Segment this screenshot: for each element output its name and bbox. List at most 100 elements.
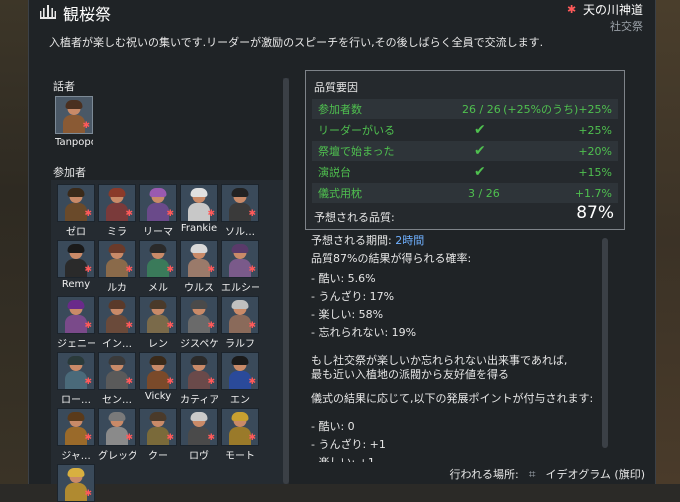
quality-row-count: 3 / 26 — [468, 186, 500, 200]
participant-slot[interactable]: ✱ — [180, 352, 218, 390]
participant-slot[interactable]: ✱ — [221, 184, 259, 222]
outcome-scrollbar[interactable] — [602, 238, 608, 448]
speaker-name: Tanpopo — [55, 137, 93, 148]
ideo-badge-icon: ✱ — [84, 321, 92, 331]
participant-name: クー — [148, 451, 168, 462]
ideo-badge-icon: ✱ — [84, 489, 92, 499]
participant-name: Vicky — [144, 391, 172, 402]
participants-scrollbar[interactable] — [283, 78, 289, 484]
quality-row-name: 参加者数 — [318, 103, 362, 116]
ideo-badge-icon: ✱ — [125, 265, 133, 275]
participant-name: ウルス — [184, 283, 214, 294]
ideoligion-label[interactable]: ✱ 天の川神道 — [567, 1, 643, 18]
pawn-hair — [108, 300, 126, 309]
participant-name: ジスペケ — [180, 339, 218, 350]
development-item: - 楽しい: +1 — [311, 454, 611, 462]
participant-slot[interactable]: ✱ — [98, 240, 136, 278]
participant-slot[interactable]: ✱ — [180, 408, 218, 446]
scrollbar-thumb[interactable] — [283, 78, 289, 484]
participant-slot[interactable]: ✱ — [57, 352, 95, 390]
speaker-label: 話者 — [53, 80, 75, 93]
development-intro: 儀式の結果に応じて,以下の発展ポイントが付与されます: — [311, 392, 594, 405]
participant-slot[interactable]: ✱ — [98, 352, 136, 390]
participant-slot[interactable]: ✱ — [98, 184, 136, 222]
pawn-hair — [149, 356, 167, 365]
ideo-badge-icon: ✱ — [248, 377, 256, 387]
duration-label: 予想される期間: — [311, 234, 392, 247]
checkmark-icon: ✔ — [474, 122, 486, 138]
participant-slot[interactable]: ✱ — [57, 408, 95, 446]
pawn-hair — [67, 188, 85, 197]
quality-row-value: +20% — [578, 144, 612, 158]
scrollbar-thumb[interactable] — [602, 238, 608, 448]
pawn-hair — [65, 100, 83, 109]
pawn-hair — [190, 356, 208, 365]
participant-name: グレッグ — [98, 451, 136, 462]
participant-slot[interactable]: ✱ — [57, 296, 95, 334]
ideo-badge-icon: ✱ — [125, 433, 133, 443]
ideo-badge-icon: ✱ — [166, 377, 174, 387]
participant-slot[interactable]: ✱ — [221, 296, 259, 334]
participant-slot[interactable]: ✱ — [221, 240, 259, 278]
participant-name: Remy — [61, 279, 91, 290]
participant-slot[interactable]: ✱ — [139, 184, 177, 222]
participant-slot[interactable]: ✱ — [139, 408, 177, 446]
venue-label: 行われる場所: — [449, 468, 519, 481]
quality-row-name: 儀式用枕 — [318, 187, 362, 200]
participant-slot[interactable]: ✱ — [139, 296, 177, 334]
pawn-hair — [108, 188, 126, 197]
pawn-hair — [190, 188, 208, 197]
ideo-badge-icon: ✱ — [125, 209, 133, 219]
pawn-hair — [67, 356, 85, 365]
participant-slot[interactable]: ✱ — [180, 296, 218, 334]
speaker-slot[interactable]: ✱ — [55, 96, 93, 134]
participant-name: メル — [148, 283, 168, 294]
quality-row-value: (+25%のうち)+25% — [503, 103, 612, 116]
participant-name: ジャ… — [61, 451, 91, 462]
participant-slot[interactable]: ✱ — [221, 352, 259, 390]
map-background-left — [0, 0, 28, 484]
participant-name: エン — [230, 395, 250, 406]
quality-row-value: +25% — [578, 123, 612, 137]
ideo-badge-icon: ✱ — [125, 321, 133, 331]
participant-slot[interactable]: ✱ — [180, 240, 218, 278]
participant-slot[interactable]: ✱ — [57, 184, 95, 222]
ideo-badge-icon: ✱ — [248, 265, 256, 275]
ideo-badge-icon: ✱ — [207, 209, 215, 219]
participant-name: ロヴ — [189, 451, 209, 462]
pawn-hair — [108, 412, 126, 421]
pawn-hair — [231, 300, 249, 309]
participant-name: Frankie — [180, 223, 218, 234]
ideoligion-icon: ✱ — [566, 2, 577, 16]
expected-quality-label: 予想される品質: — [314, 211, 395, 224]
participant-name: レン — [148, 339, 168, 350]
pawn-hair — [108, 244, 126, 253]
pawn-hair — [149, 244, 167, 253]
participant-slot[interactable]: ✱ — [139, 352, 177, 390]
participant-slot[interactable]: ✱ — [180, 184, 218, 222]
participant-name: ミラ — [107, 227, 127, 238]
ideo-badge-icon: ✱ — [248, 433, 256, 443]
participant-name: ロー… — [61, 395, 91, 406]
participant-slot[interactable]: ✱ — [57, 464, 95, 502]
participant-name: ラルフ — [225, 339, 255, 350]
pawn-hair — [231, 188, 249, 197]
title-row: 観桜祭 — [39, 2, 111, 24]
quality-row-name: 演説台 — [318, 166, 351, 179]
quality-row-count: 26 / 26 — [462, 102, 501, 116]
ideo-badge-icon: ✱ — [207, 321, 215, 331]
ideo-badge-icon: ✱ — [166, 209, 174, 219]
pawn-hair — [67, 468, 85, 477]
participant-slot[interactable]: ✱ — [98, 296, 136, 334]
probability-item: - 楽しい: 58% — [311, 308, 384, 321]
outcome-info: 予想される期間: 2時間 品質87%の結果が得られる確率: - 酷い: 5.6%… — [311, 232, 611, 462]
participant-name: リーマ — [143, 227, 173, 238]
ideo-badge-icon: ✱ — [207, 377, 215, 387]
participant-slot[interactable]: ✱ — [221, 408, 259, 446]
pawn-hair — [190, 412, 208, 421]
participant-slot[interactable]: ✱ — [57, 240, 95, 278]
participant-slot[interactable]: ✱ — [139, 240, 177, 278]
ideo-badge-icon: ✱ — [125, 377, 133, 387]
quality-row-value: +1.7% — [574, 186, 612, 200]
participant-slot[interactable]: ✱ — [98, 408, 136, 446]
